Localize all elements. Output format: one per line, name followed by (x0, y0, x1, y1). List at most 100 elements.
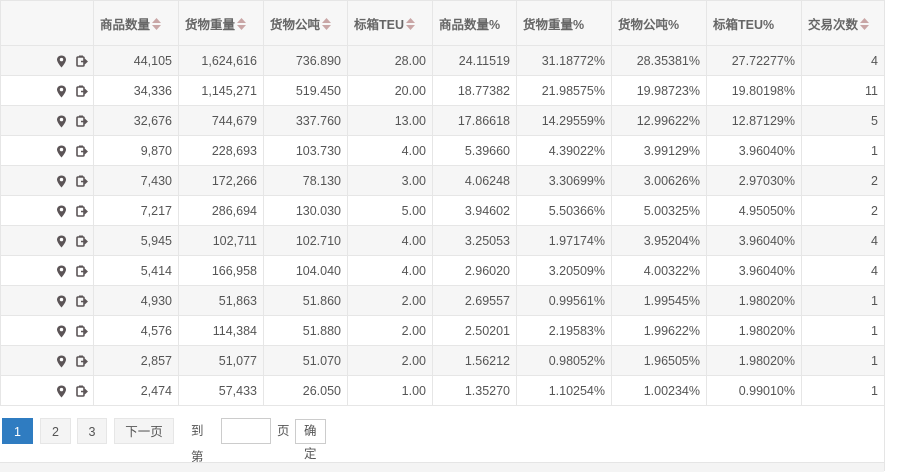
map-pin-icon[interactable] (56, 355, 67, 368)
table-cell: 2 (801, 165, 885, 196)
table-cell: 2.00 (347, 285, 433, 316)
table-cell: 24.11519 (432, 45, 517, 76)
sort-icon[interactable] (237, 18, 247, 31)
table-cell: 102,711 (178, 225, 264, 256)
column-header-label: 商品数量 (100, 17, 151, 32)
export-icon[interactable] (76, 55, 88, 68)
map-pin-icon[interactable] (56, 295, 67, 308)
export-icon[interactable] (76, 85, 88, 98)
table-cell: 4.39022% (516, 135, 612, 166)
table-cell: 51.880 (263, 315, 348, 346)
table-cell: 21.98575% (516, 75, 612, 106)
table-cell: 1.99545% (611, 285, 707, 316)
export-icon[interactable] (76, 115, 88, 128)
map-pin-icon[interactable] (56, 115, 67, 128)
table-cell: 1.00 (347, 375, 433, 406)
table-cell: 2,857 (93, 345, 179, 376)
map-pin-icon[interactable] (56, 265, 67, 278)
goto-label: 到第 (191, 424, 204, 464)
map-pin-icon[interactable] (56, 175, 67, 188)
table-cell: 4 (801, 225, 885, 256)
confirm-button[interactable]: 确定 (295, 419, 326, 461)
export-icon[interactable] (76, 385, 88, 398)
page-1-button[interactable]: 1 (2, 418, 33, 444)
table-cell: 166,958 (178, 255, 264, 286)
table-cell: 26.050 (263, 375, 348, 406)
table-cell: 2 (801, 195, 885, 226)
map-pin-icon[interactable] (56, 325, 67, 338)
table-cell: 7,430 (93, 165, 179, 196)
goto-page-input[interactable] (221, 418, 271, 444)
table-cell: 2,474 (93, 375, 179, 406)
column-header[interactable]: 商品数量 (93, 0, 179, 46)
table-cell: 34,336 (93, 75, 179, 106)
table-row: 34,336 1,145,271 519.450 20.00 18.77382 21.98… (0, 75, 885, 106)
column-header[interactable]: 标箱TEU (347, 0, 433, 46)
table-cell: 1.96505% (611, 345, 707, 376)
sort-icon[interactable] (322, 18, 332, 31)
column-header[interactable]: 货物重量 (178, 0, 264, 46)
table-cell: 1 (801, 315, 885, 346)
export-icon[interactable] (76, 325, 88, 338)
table-header: 商品数量 货物重量 货物公吨 标箱TEU 商品数量% 货物重量% 货物公吨% 标箱TEU% 交易… (0, 0, 885, 46)
table-cell: 2.00 (347, 345, 433, 376)
map-pin-icon[interactable] (56, 205, 67, 218)
table-row: 2,857 51,077 51.070 2.00 1.56212 0.98052% 1.96… (0, 345, 885, 376)
table-cell: 1.56212 (432, 345, 517, 376)
column-header-label: 标箱TEU (354, 17, 405, 32)
table-cell: 5.39660 (432, 135, 517, 166)
column-header[interactable]: 交易次数 (801, 0, 885, 46)
table-cell: 1 (801, 285, 885, 316)
row-actions (0, 75, 94, 106)
row-actions (0, 345, 94, 376)
column-header: 货物重量% (516, 0, 612, 46)
export-icon[interactable] (76, 295, 88, 308)
table-cell: 2.97030% (706, 165, 802, 196)
table-cell: 337.760 (263, 105, 348, 136)
table-cell: 7,217 (93, 195, 179, 226)
sort-icon[interactable] (152, 18, 162, 31)
map-pin-icon[interactable] (56, 385, 67, 398)
table-cell: 0.98052% (516, 345, 612, 376)
table-cell: 1,624,616 (178, 45, 264, 76)
table-cell: 3.25053 (432, 225, 517, 256)
map-pin-icon[interactable] (56, 55, 67, 68)
column-header-label: 货物公吨% (618, 17, 680, 32)
row-actions (0, 285, 94, 316)
map-pin-icon[interactable] (56, 85, 67, 98)
export-icon[interactable] (76, 145, 88, 158)
page-2-button[interactable]: 2 (40, 418, 71, 444)
table-cell: 1.10254% (516, 375, 612, 406)
sort-icon[interactable] (860, 18, 870, 31)
export-icon[interactable] (76, 265, 88, 278)
table-cell: 3.00 (347, 165, 433, 196)
column-header: 标箱TEU% (706, 0, 802, 46)
export-icon[interactable] (76, 235, 88, 248)
column-header-label: 货物重量 (185, 17, 236, 32)
export-icon[interactable] (76, 175, 88, 188)
table-cell: 5 (801, 105, 885, 136)
column-header[interactable]: 货物公吨 (263, 0, 348, 46)
table-cell: 1.00234% (611, 375, 707, 406)
export-icon[interactable] (76, 205, 88, 218)
table-cell: 3.99129% (611, 135, 707, 166)
map-pin-icon[interactable] (56, 145, 67, 158)
next-page-button[interactable]: 下一页 (114, 418, 174, 444)
table-cell: 3.20509% (516, 255, 612, 286)
map-pin-icon[interactable] (56, 235, 67, 248)
table-cell: 5.00325% (611, 195, 707, 226)
column-header-label: 商品数量% (439, 17, 501, 32)
table-cell: 5.50366% (516, 195, 612, 226)
table-cell: 5.00 (347, 195, 433, 226)
page-3-button[interactable]: 3 (77, 418, 107, 444)
table-cell: 4.00 (347, 255, 433, 286)
table-cell: 1.35270 (432, 375, 517, 406)
table-cell: 78.130 (263, 165, 348, 196)
table-cell: 3.30699% (516, 165, 612, 196)
export-icon[interactable] (76, 355, 88, 368)
page-unit-label: 页 (277, 424, 290, 438)
sort-icon[interactable] (406, 18, 416, 31)
table-cell: 2.00 (347, 315, 433, 346)
table-cell: 5,414 (93, 255, 179, 286)
table-cell: 9,870 (93, 135, 179, 166)
